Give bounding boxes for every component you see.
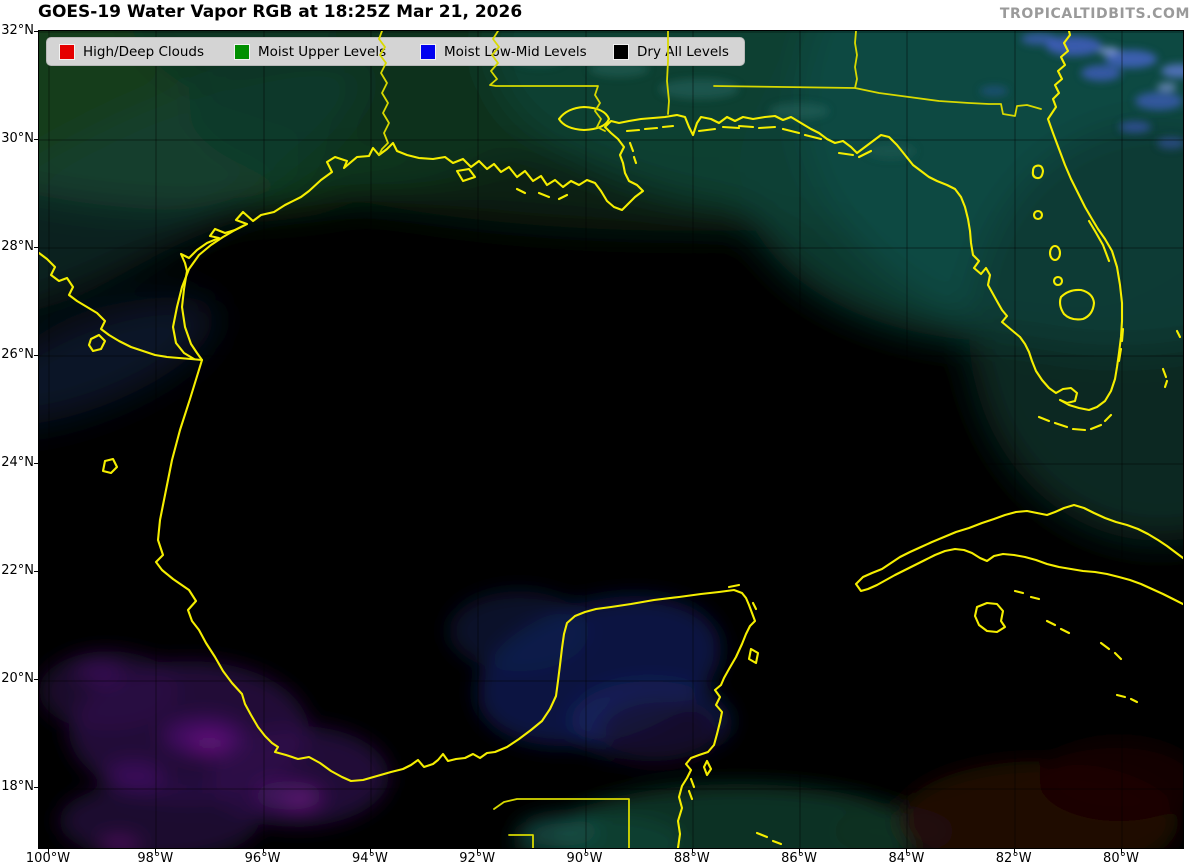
watermark-text: TROPICALTIDBITS.COM <box>1000 6 1190 22</box>
satellite-map-page: GOES-19 Water Vapor RGB at 18:25Z Mar 21… <box>0 0 1200 867</box>
page-title: GOES-19 Water Vapor RGB at 18:25Z Mar 21… <box>38 2 522 22</box>
legend-item: Dry All Levels <box>613 38 729 65</box>
lon-tick-label: 84°W <box>876 852 936 866</box>
legend-item: Moist Low-Mid Levels <box>420 38 587 65</box>
lon-tick-mark <box>692 848 693 853</box>
legend-swatch-icon <box>234 44 250 60</box>
lon-tick-mark <box>155 848 156 853</box>
lon-tick-mark <box>906 848 907 853</box>
lon-tick-label: 86°W <box>769 852 829 866</box>
lon-tick-label: 90°W <box>555 852 615 866</box>
lon-tick-mark <box>585 848 586 853</box>
lon-tick-label: 92°W <box>447 852 507 866</box>
lat-tick-label: 22°N <box>0 564 34 578</box>
lon-tick-mark <box>477 848 478 853</box>
legend-swatch-icon <box>59 44 75 60</box>
legend-label: Dry All Levels <box>637 44 729 60</box>
legend-swatch-icon <box>420 44 436 60</box>
lon-tick-label: 80°W <box>1091 852 1151 866</box>
legend-bar: High/Deep Clouds Moist Upper Levels Moist … <box>46 37 745 66</box>
lon-tick-mark <box>370 848 371 853</box>
lon-tick-mark <box>48 848 49 853</box>
lon-tick-label: 96°W <box>233 852 293 866</box>
lon-tick-mark <box>799 848 800 853</box>
lat-tick-label: 28°N <box>0 240 34 254</box>
legend-item: Moist Upper Levels <box>234 38 386 65</box>
map-canvas: High/Deep Clouds Moist Upper Levels Moist … <box>38 30 1184 849</box>
legend-label: Moist Upper Levels <box>258 44 386 60</box>
lat-tick-label: 24°N <box>0 456 34 470</box>
lat-tick-label: 30°N <box>0 132 34 146</box>
lon-tick-mark <box>1121 848 1122 853</box>
legend-label: Moist Low-Mid Levels <box>444 44 587 60</box>
lon-tick-label: 100°W <box>18 852 78 866</box>
lat-tick-label: 26°N <box>0 348 34 362</box>
lon-tick-mark <box>263 848 264 853</box>
legend-label: High/Deep Clouds <box>83 44 204 60</box>
lat-tick-label: 32°N <box>0 24 34 38</box>
lon-tick-label: 94°W <box>340 852 400 866</box>
lon-tick-label: 88°W <box>662 852 722 866</box>
legend-item: High/Deep Clouds <box>59 38 204 65</box>
lat-tick-label: 18°N <box>0 780 34 794</box>
lon-tick-label: 98°W <box>125 852 185 866</box>
lon-tick-mark <box>1014 848 1015 853</box>
satellite-imagery-layer <box>39 31 1183 848</box>
lon-tick-label: 82°W <box>984 852 1044 866</box>
legend-swatch-icon <box>613 44 629 60</box>
lat-tick-label: 20°N <box>0 672 34 686</box>
